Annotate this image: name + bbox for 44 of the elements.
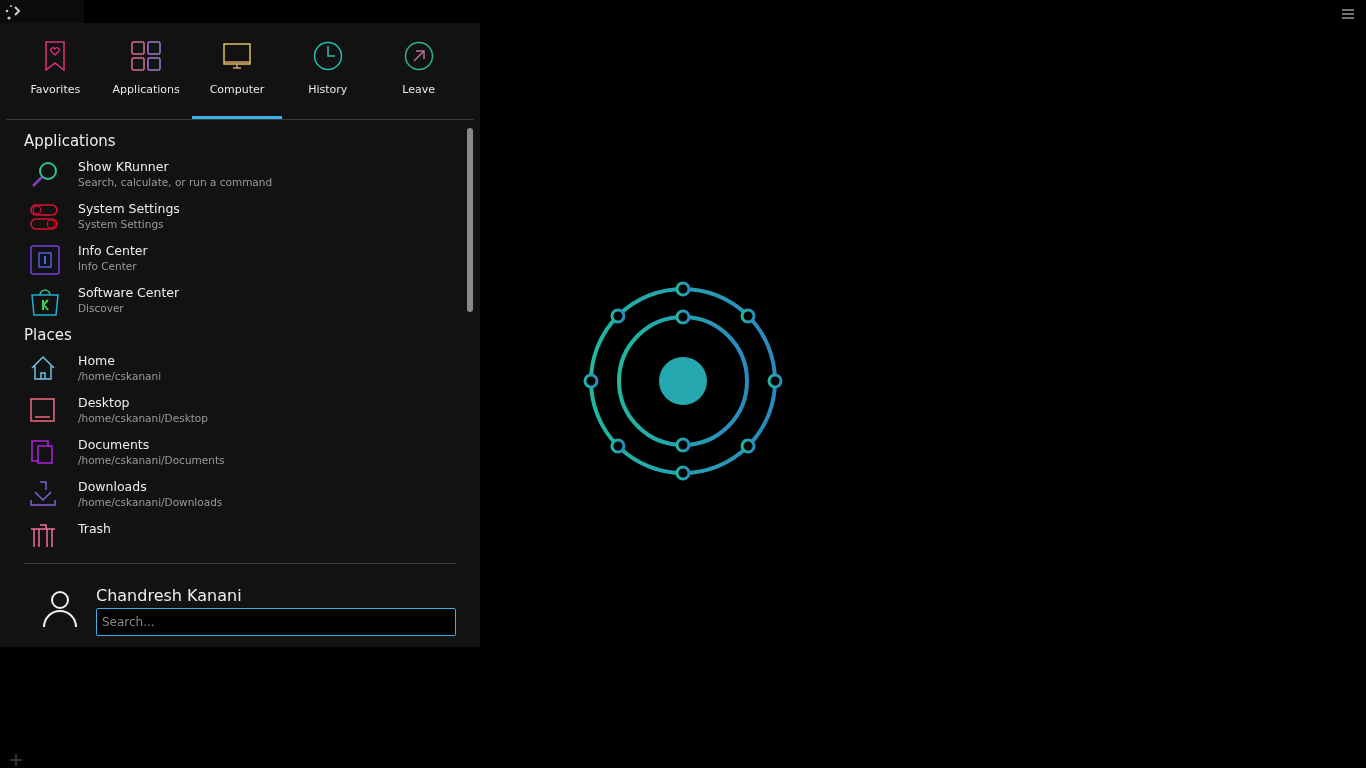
item-subtitle: /home/cskanani/Downloads [78,495,223,510]
house-icon [30,355,56,381]
item-subtitle: /home/cskanani/Documents [78,453,225,468]
dots-arrow-icon[interactable] [4,3,22,21]
item-subtitle: /home/cskanani [78,369,162,384]
user-icon [42,590,78,628]
item-title[interactable]: Info Center [78,242,148,259]
tab[interactable]: History [282,23,374,119]
monitor-icon [30,397,56,423]
item-subtitle: Discover [78,301,125,316]
search-field[interactable]: Search... [96,608,456,636]
documents-icon [30,439,56,465]
bookmark-heart-icon [44,41,67,71]
item-subtitle: Search, calculate, or run a command [78,175,273,190]
item-title[interactable]: Downloads [78,478,223,495]
section-title: Applications [24,132,117,152]
tab[interactable]: Computer [191,23,283,119]
shopping-bag-icon [30,287,60,317]
item-title[interactable]: System Settings [78,200,180,217]
arrow-circle-icon [403,41,434,71]
item-title[interactable]: Documents [78,436,225,453]
menu-icon[interactable] [1342,9,1354,19]
clock-icon [312,41,343,71]
trash-icon [30,523,56,549]
magnifier-icon [30,161,58,189]
download-icon [30,481,56,507]
item-title[interactable]: Home [78,352,162,369]
user-name: Chandresh Kanani [96,586,243,606]
item-title[interactable]: Software Center [78,284,180,301]
item-subtitle: System Settings [78,217,165,232]
toggles-icon [30,203,58,231]
item-subtitle: Info Center [78,259,138,274]
tab[interactable]: Leave [373,23,464,119]
item-title[interactable]: Desktop [78,394,208,411]
item-title[interactable]: Trash [78,520,112,537]
chip-info-icon [30,245,60,275]
scrollbar[interactable] [467,128,473,312]
item-subtitle: /home/cskanani/Desktop [78,411,208,426]
tab[interactable]: Applications [100,23,192,119]
monitor-icon [223,43,251,71]
item-title[interactable]: Show KRunner [78,158,273,175]
grid-icon [131,41,162,71]
section-title: Places [24,326,73,346]
tab[interactable]: Favorites [10,23,101,119]
